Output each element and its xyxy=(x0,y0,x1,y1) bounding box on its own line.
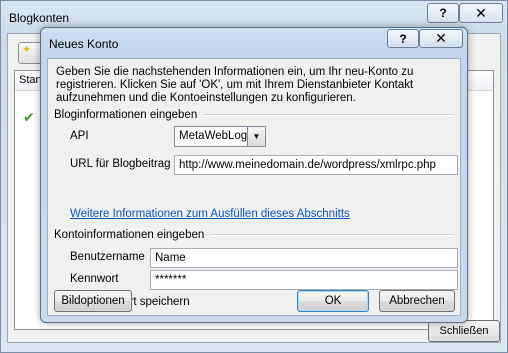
help-button[interactable]: ? xyxy=(427,3,459,23)
url-label: URL für Blogbeitrag xyxy=(70,158,171,170)
password-input[interactable]: ******* xyxy=(150,270,458,290)
new-icon: ✦ xyxy=(22,44,32,56)
checkmark-icon: ✔ xyxy=(23,109,35,125)
account-section-label: Kontoinformationen eingeben xyxy=(54,229,205,241)
close-button[interactable]: ✕ xyxy=(459,3,503,23)
username-label: Benutzername xyxy=(70,251,145,263)
account-section-header: Kontoinformationen eingeben xyxy=(54,229,454,241)
intro-text: Geben Sie die nachstehenden Informatione… xyxy=(56,66,414,104)
close-icon: ✕ xyxy=(435,30,447,46)
image-options-button[interactable]: Bildoptionen xyxy=(54,290,132,312)
new-account-dialog: Neues Konto ? ✕ Geben Sie die nachstehen… xyxy=(40,27,468,323)
section-divider xyxy=(210,234,454,236)
chevron-down-icon[interactable]: ▼ xyxy=(247,127,265,146)
section-divider xyxy=(203,114,454,116)
blog-section-label: Bloginformationen eingeben xyxy=(54,109,198,121)
ok-button[interactable]: OK xyxy=(297,290,369,312)
help-icon: ? xyxy=(399,31,407,46)
username-input[interactable]: Name xyxy=(150,248,458,268)
api-select-value: MetaWebLog xyxy=(179,130,248,142)
help-icon: ? xyxy=(439,6,447,20)
dialog-close-button[interactable]: ✕ xyxy=(419,29,463,48)
api-label: API xyxy=(70,130,89,142)
password-label: Kennwort xyxy=(70,273,119,285)
dialog-title: Neues Konto xyxy=(49,37,119,51)
dialog-body: Geben Sie die nachstehenden Informatione… xyxy=(47,58,461,316)
dialog-help-button[interactable]: ? xyxy=(387,29,419,48)
window-title: Blogkonten xyxy=(9,11,70,25)
blog-section-header: Bloginformationen eingeben xyxy=(54,109,454,121)
url-input[interactable]: http://www.meinedomain.de/wordpress/xmlr… xyxy=(174,155,458,175)
close-icon: ✕ xyxy=(475,4,487,21)
cancel-button[interactable]: Abbrechen xyxy=(379,290,455,312)
more-info-link[interactable]: Weitere Informationen zum Ausfüllen dies… xyxy=(70,208,350,220)
close-window-button[interactable]: Schließen xyxy=(428,320,500,342)
api-select[interactable]: MetaWebLog ▼ xyxy=(174,126,266,147)
